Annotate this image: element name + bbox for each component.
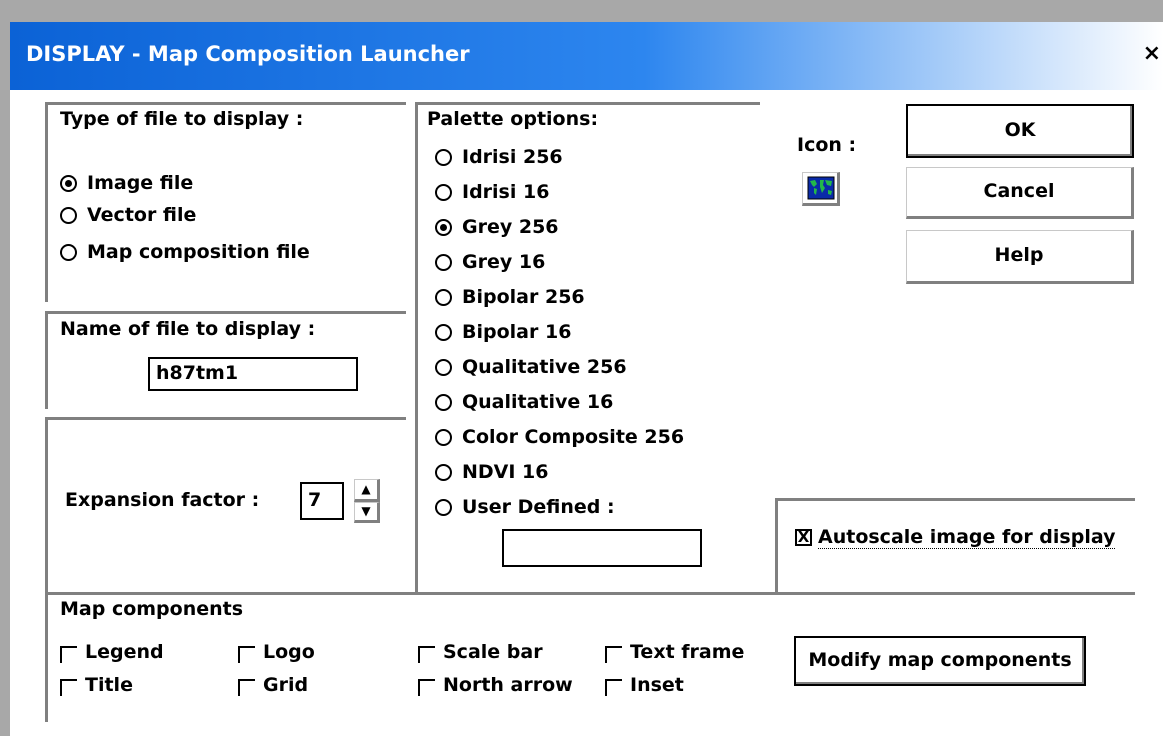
icon-button[interactable] [802,172,840,206]
group-border [415,102,760,105]
radio-idrisi-256[interactable] [435,149,452,166]
logo-checkbox[interactable] [238,646,255,663]
spin-down-button[interactable]: ▼ [354,502,380,523]
radio-bipolar-256[interactable] [435,289,452,306]
map-components-label: Map components [60,598,244,620]
radio-idrisi-16[interactable] [435,184,452,201]
north-arrow-label: North arrow [443,674,573,696]
icon-label: Icon : [797,134,857,156]
spin-up-button[interactable]: ▲ [354,479,380,502]
radio-label: Qualitative 16 [462,391,614,413]
radio-label: Grey 256 [462,216,559,238]
group-border [45,417,48,592]
radio-qualitative-256[interactable] [435,359,452,376]
logo-label: Logo [263,641,315,663]
cancel-button[interactable]: Cancel [906,167,1134,219]
group-border [45,417,406,420]
group-border [45,102,406,105]
radio-label: NDVI 16 [462,461,549,483]
radio-label: Vector file [87,204,197,226]
title-label: Title [85,674,133,696]
group-border [45,592,1135,595]
grid-label: Grid [263,674,309,696]
group-border [775,498,1135,501]
title-bar[interactable]: DISPLAY - Map Composition Launcher × [10,22,1163,90]
arrow-up-icon: ▲ [361,482,371,496]
radio-color-composite-256[interactable] [435,429,452,446]
group-border [45,311,406,314]
radio-ndvi-16[interactable] [435,464,452,481]
radio-map-composition-file[interactable] [60,244,77,261]
group-border [45,102,48,302]
north-arrow-checkbox[interactable] [418,679,435,696]
group-border [45,592,48,722]
radio-label: Map composition file [87,241,310,263]
name-group-label: Name of file to display : [60,318,316,340]
dialog-window: DISPLAY - Map Composition Launcher × Typ… [10,22,1163,736]
window-title: DISPLAY - Map Composition Launcher [26,42,470,66]
radio-label: Grey 16 [462,251,546,273]
text-frame-checkbox[interactable] [605,646,622,663]
legend-label: Legend [85,641,164,663]
title-checkbox[interactable] [60,679,77,696]
radio-qualitative-16[interactable] [435,394,452,411]
modify-map-components-button[interactable]: Modify map components [794,636,1086,686]
inset-checkbox[interactable] [605,679,622,696]
radio-label: Idrisi 256 [462,146,563,168]
scale-bar-checkbox[interactable] [418,646,435,663]
radio-label: User Defined : [462,496,615,518]
radio-label: Color Composite 256 [462,426,685,448]
group-border [45,311,48,409]
expansion-input[interactable]: 7 [300,482,344,520]
legend-checkbox[interactable] [60,646,77,663]
radio-grey-16[interactable] [435,254,452,271]
autoscale-checkbox[interactable]: X [795,529,812,546]
radio-label: Bipolar 256 [462,286,585,308]
grid-checkbox[interactable] [238,679,255,696]
group-border [775,498,778,592]
expansion-label: Expansion factor : [65,489,260,511]
world-map-icon [807,176,835,200]
arrow-down-icon: ▼ [361,504,371,518]
help-button[interactable]: Help [906,230,1134,284]
radio-vector-file[interactable] [60,207,77,224]
scale-bar-label: Scale bar [443,641,543,663]
radio-bipolar-16[interactable] [435,324,452,341]
type-group-label: Type of file to display : [60,108,304,130]
inset-label: Inset [630,674,684,696]
user-defined-input[interactable] [502,529,702,567]
file-name-input[interactable]: h87tm1 [148,357,358,391]
radio-user-defined[interactable] [435,499,452,516]
radio-label: Qualitative 256 [462,356,627,378]
radio-label: Bipolar 16 [462,321,572,343]
radio-label: Image file [87,172,194,194]
group-border [415,102,418,592]
close-icon[interactable]: × [1143,41,1161,66]
palette-label: Palette options: [427,108,599,130]
text-frame-label: Text frame [630,641,745,663]
radio-grey-256[interactable] [435,219,452,236]
checkmark-icon: X [797,528,810,546]
ok-button[interactable]: OK [906,104,1134,158]
radio-image-file[interactable] [60,175,77,192]
autoscale-label: Autoscale image for display [818,526,1116,549]
radio-label: Idrisi 16 [462,181,550,203]
